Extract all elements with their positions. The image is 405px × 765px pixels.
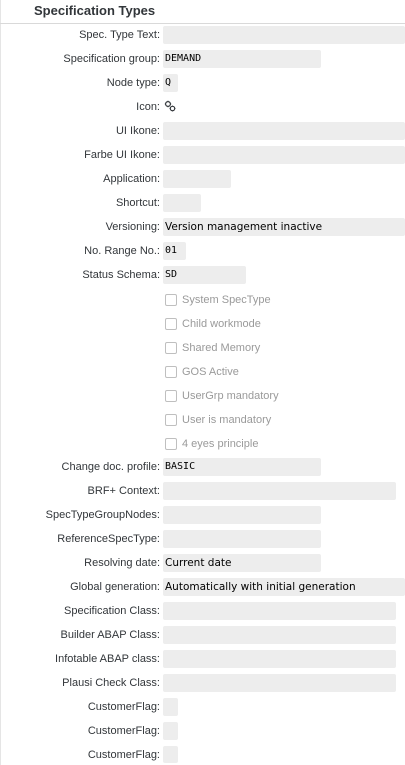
customerflag-field[interactable] [163, 722, 178, 740]
resolving-date-field[interactable]: Current date [163, 554, 321, 572]
label-icon: Icon: [136, 101, 160, 113]
label-global-generation: Global generation: [70, 581, 160, 593]
checkbox-label: User is mandatory [182, 414, 272, 426]
plausi-check-class-field[interactable] [163, 674, 396, 692]
gear-cluster-icon [164, 100, 176, 112]
checkbox-label: System SpecType [182, 294, 271, 306]
label-spectypegroupnodes: SpecTypeGroupNodes: [45, 509, 160, 521]
section-title: Specification Types [34, 3, 156, 18]
label-spec-type-text: Spec. Type Text: [79, 29, 160, 41]
checkbox-label: Child workmode [182, 318, 261, 330]
label-resolving-date: Resolving date: [84, 557, 160, 569]
referencespectype-field[interactable] [163, 530, 321, 548]
shortcut-field[interactable] [163, 194, 201, 212]
checkbox-box[interactable] [165, 318, 177, 330]
infotable-abap-class-field[interactable] [163, 650, 396, 668]
label-infotable-abap-class: Infotable ABAP class: [55, 653, 160, 665]
checkbox-box[interactable] [165, 366, 177, 378]
checkbox-label: 4 eyes principle [182, 438, 259, 450]
label-ui-ikone: UI Ikone: [115, 125, 160, 137]
checkbox-label: GOS Active [182, 366, 239, 378]
label-referencespectype: ReferenceSpecType: [57, 533, 160, 545]
checkbox-box[interactable] [165, 294, 177, 306]
node-type-field[interactable]: Q [163, 74, 178, 92]
label-builder-abap-class: Builder ABAP Class: [60, 629, 160, 641]
label-application: Application: [103, 173, 160, 185]
label-brf-context: BRF+ Context: [87, 485, 160, 497]
checkbox-label: Shared Memory [182, 342, 261, 354]
builder-abap-class-field[interactable] [163, 626, 396, 644]
versioning-field[interactable]: Version management inactive [163, 218, 405, 236]
change-doc-profile-field[interactable]: BASIC [163, 458, 321, 476]
specification-group-field[interactable]: DEMAND [163, 50, 321, 68]
spectypegroupnodes-field[interactable] [163, 506, 321, 524]
customerflag-field[interactable] [163, 746, 178, 763]
title-separator [0, 23, 405, 24]
spec-type-text-field[interactable] [163, 26, 405, 44]
checkbox-box[interactable] [165, 390, 177, 402]
label-customerflag: CustomerFlag: [87, 725, 160, 737]
customerflag-field[interactable] [163, 698, 178, 716]
farbe-ui-ikone-field[interactable] [163, 146, 405, 164]
specification-types-panel: Specification Types Spec. Type Text: Spe… [0, 0, 405, 765]
label-status-schema: Status Schema: [82, 269, 160, 281]
label-farbe-ui-ikone: Farbe UI Ikone: [84, 149, 160, 161]
label-shortcut: Shortcut: [115, 197, 160, 209]
specification-class-field[interactable] [163, 602, 396, 620]
label-change-doc-profile: Change doc. profile: [61, 461, 160, 473]
checkbox-label: UserGrp mandatory [182, 390, 279, 402]
label-versioning: Versioning: [105, 221, 160, 233]
application-field[interactable] [163, 170, 231, 188]
label-customerflag: CustomerFlag: [87, 749, 160, 761]
checkbox-box[interactable] [165, 414, 177, 426]
global-generation-field[interactable]: Automatically with initial generation [163, 578, 405, 596]
label-customerflag: CustomerFlag: [87, 701, 160, 713]
checkbox-box[interactable] [165, 438, 177, 450]
brf-context-field[interactable] [163, 482, 396, 500]
status-schema-field[interactable]: SD [163, 266, 246, 284]
label-specification-class: Specification Class: [64, 605, 160, 617]
checkbox-box[interactable] [165, 342, 177, 354]
left-border [0, 0, 1, 765]
label-no-range-no: No. Range No.: [84, 245, 160, 257]
label-specification-group: Specification group: [63, 53, 160, 65]
ui-ikone-field[interactable] [163, 122, 405, 140]
no-range-no-field[interactable]: 01 [163, 242, 186, 260]
label-node-type: Node type: [106, 77, 160, 89]
label-plausi-check-class: Plausi Check Class: [62, 677, 160, 689]
